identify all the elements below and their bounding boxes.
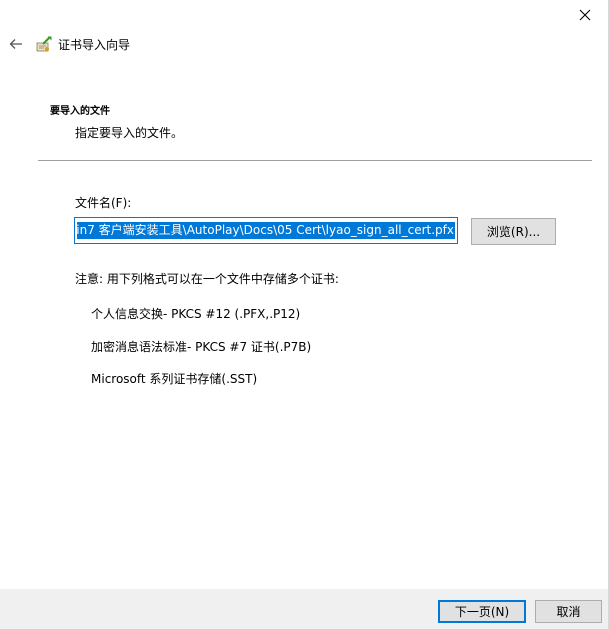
header-divider xyxy=(38,160,592,161)
wizard-title: 证书导入向导 xyxy=(58,37,131,52)
format-item-p7b: 加密消息语法标准- PKCS #7 证书(.P7B) xyxy=(91,340,312,354)
format-item-pfx: 个人信息交换- PKCS #12 (.PFX,.P12) xyxy=(91,307,301,321)
wizard-titlebar: 证书导入向导 xyxy=(0,30,608,58)
close-button[interactable] xyxy=(562,0,608,30)
format-note: 注意: 用下列格式可以在一个文件中存储多个证书: xyxy=(75,272,339,286)
certificate-import-wizard-window: 证书导入向导 要导入的文件 指定要导入的文件。 文件名(F): C:\Win7 … xyxy=(0,0,609,629)
arrow-left-icon xyxy=(9,39,22,49)
back-button[interactable] xyxy=(1,30,31,58)
page-title: 要导入的文件 xyxy=(50,106,110,117)
file-name-label: 文件名(F): xyxy=(75,196,132,210)
file-name-value: C:\Win7 客户端安装工具\AutoPlay\Docs\05 Cert\ly… xyxy=(77,222,455,239)
format-item-sst: Microsoft 系列证书存储(.SST) xyxy=(91,372,258,386)
file-name-input[interactable]: C:\Win7 客户端安装工具\AutoPlay\Docs\05 Cert\ly… xyxy=(74,217,458,244)
wizard-footer: 下一页(N) 取消 xyxy=(0,589,608,629)
close-icon xyxy=(579,9,591,21)
cancel-button[interactable]: 取消 xyxy=(535,600,602,623)
page-subtitle: 指定要导入的文件。 xyxy=(75,126,184,140)
next-button[interactable]: 下一页(N) xyxy=(438,600,526,623)
certificate-wizard-icon xyxy=(36,36,52,52)
browse-button[interactable]: 浏览(R)... xyxy=(471,218,556,245)
